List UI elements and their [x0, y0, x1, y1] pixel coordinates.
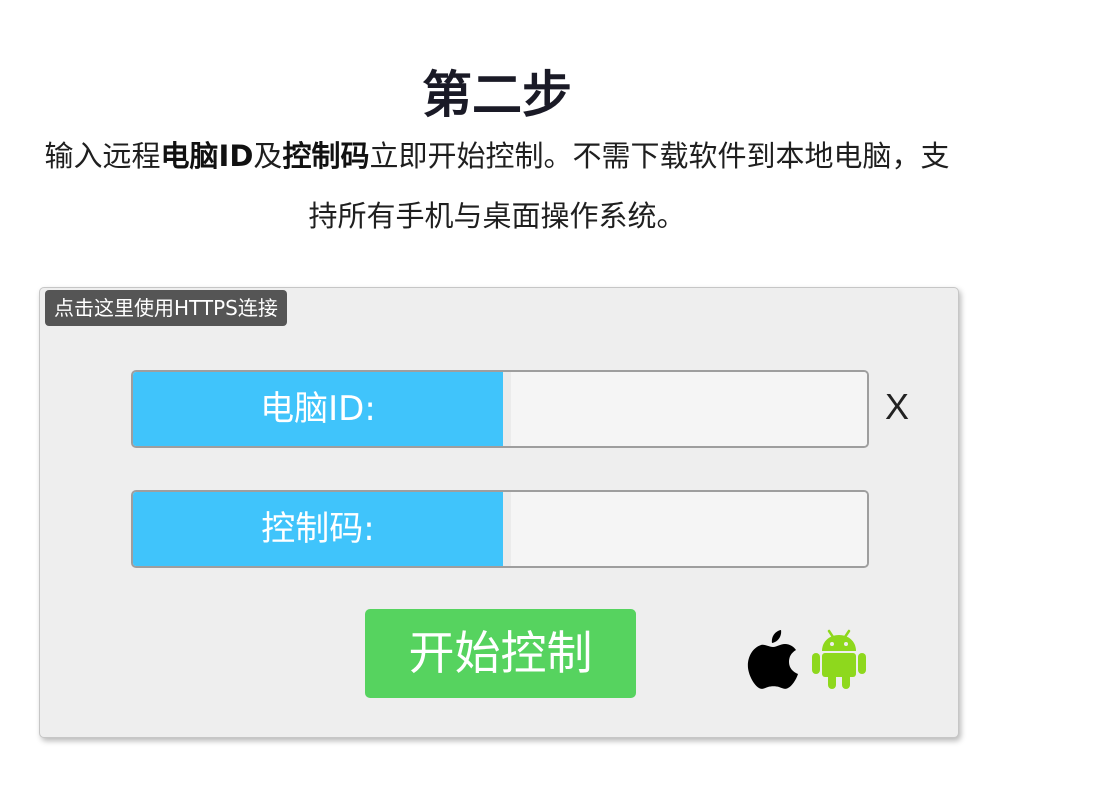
desc-text-3: 立即开始控制。不需下载软件到本地电脑，支持所有手机与桌面操作系统。 [308, 139, 950, 233]
control-code-row: 控制码: [131, 490, 869, 568]
platform-icons [746, 628, 868, 692]
desc-bold-computer-id: 电脑ID [160, 139, 254, 173]
connect-panel: 点击这里使用HTTPS连接 电脑ID: X 控制码: 开始控制 [39, 287, 959, 738]
field-divider [503, 492, 511, 566]
computer-id-row: 电脑ID: [131, 370, 869, 448]
control-code-input[interactable] [511, 492, 867, 566]
apple-icon [747, 630, 798, 689]
start-control-button[interactable]: 开始控制 [365, 609, 636, 698]
android-icon [812, 629, 866, 689]
desc-text-2: 及 [253, 139, 283, 173]
field-divider [503, 372, 511, 446]
computer-id-input[interactable] [511, 372, 867, 446]
computer-id-label: 电脑ID: [133, 372, 503, 446]
control-code-label: 控制码: [133, 492, 503, 566]
https-link[interactable]: 点击这里使用HTTPS连接 [45, 290, 287, 326]
desc-bold-control-code: 控制码 [282, 139, 370, 173]
step-title: 第二步 [422, 66, 572, 124]
clear-id-button[interactable]: X [885, 384, 909, 430]
step-description: 输入远程电脑ID及控制码立即开始控制。不需下载软件到本地电脑，支持所有手机与桌面… [40, 126, 954, 246]
desc-text-1: 输入远程 [44, 139, 161, 173]
